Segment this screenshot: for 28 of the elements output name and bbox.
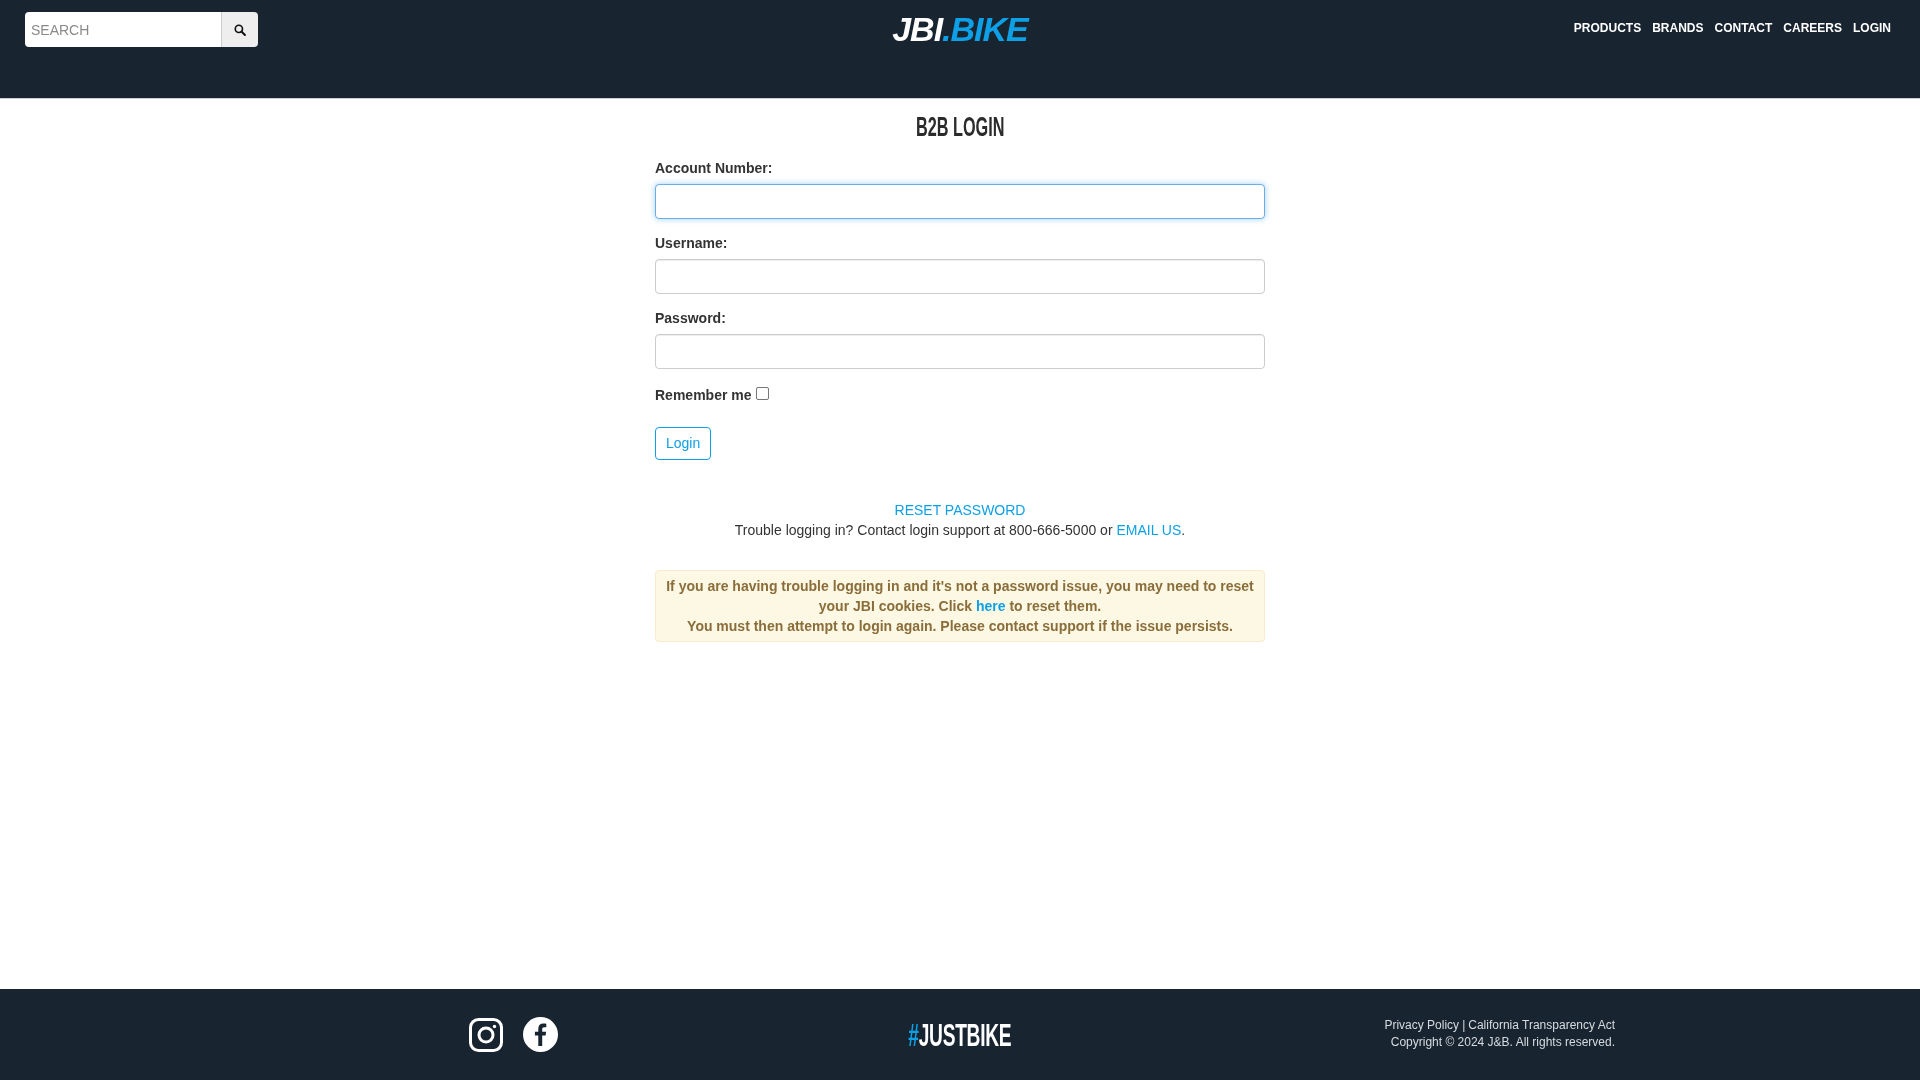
copyright-text: Copyright © 2024 J&B. All rights reserved.	[1390, 1033, 1615, 1051]
nav-link[interactable]: PRODUCTS	[1573, 20, 1642, 36]
field-label: Account Number:	[655, 159, 774, 178]
instagram-icon[interactable]	[469, 1017, 503, 1052]
notice-text: If you are having trouble logging in and it's not a password issue, you may need to reset your JBI cookies. Click here to reset them.	[665, 577, 1255, 616]
remember-me-checkbox[interactable]	[755, 386, 769, 400]
field-label: Username:	[655, 234, 729, 253]
text-input-field[interactable]	[655, 184, 1265, 219]
site-logo[interactable]: JBI.BIKE	[892, 10, 1028, 48]
notice-text: You must then attempt to login again. Please contact support if the issue persists.	[687, 617, 1233, 636]
link-separator: |	[1462, 1016, 1466, 1034]
facebook-icon[interactable]	[523, 1017, 558, 1052]
hashtag-logo: #JUSTBIKE	[908, 1017, 1012, 1052]
text-input-field[interactable]	[655, 334, 1265, 369]
nav-link[interactable]: CAREERS	[1783, 20, 1842, 36]
field-label: Password:	[655, 309, 727, 328]
page-title: B2B LOGIN	[915, 111, 1005, 143]
nav-link[interactable]: LOGIN	[1853, 20, 1891, 36]
search-button[interactable]	[221, 12, 258, 47]
search-field[interactable]: SEARCH	[25, 12, 221, 47]
nav-link[interactable]: CONTACT	[1714, 20, 1773, 36]
support-text: Trouble logging in? Contact login support at 800-666-5000 or EMAIL US.	[734, 521, 1186, 540]
footer-link[interactable]: Privacy Policy	[1384, 1016, 1460, 1034]
nav-link[interactable]: BRANDS	[1652, 20, 1704, 36]
text-input-field[interactable]	[655, 259, 1265, 294]
remember-me-label: Remember me	[655, 386, 752, 405]
footer-link[interactable]: California Transparency Act	[1468, 1016, 1615, 1034]
search-icon	[234, 23, 246, 36]
